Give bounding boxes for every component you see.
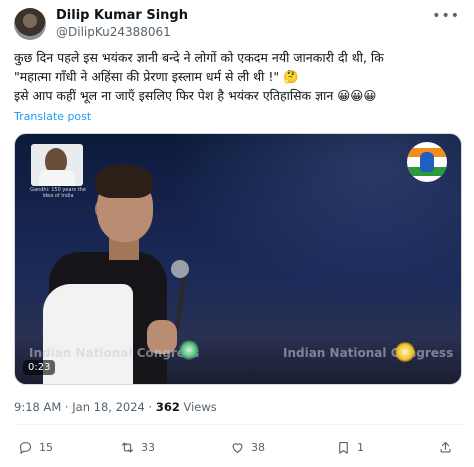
reply-button[interactable]: 15 (18, 436, 53, 458)
tweet-line-1: कुछ दिन पहले इस भयंकर ज्ञानी बन्दे ने लो… (14, 50, 384, 65)
tweet-line-3: इसे आप कहीं भूल ना जाएँ इसलिए फिर पेश है… (14, 88, 377, 103)
share-button[interactable] (438, 436, 459, 458)
reply-icon (19, 441, 32, 454)
repost-count: 33 (141, 440, 155, 454)
post-date[interactable]: Jan 18, 2024 (72, 400, 145, 414)
tweet-line-2: "महात्मा गाँधी ने अहिंसा की प्रेरणा इस्ल… (14, 69, 299, 84)
stage-light-green (179, 340, 199, 360)
like-icon (232, 442, 243, 453)
share-icon (440, 441, 451, 452)
watermark-left: Indian National Congress (29, 346, 200, 360)
tweet-text: कुछ दिन पहले इस भयंकर ज्ञानी बन्दे ने लो… (14, 48, 462, 105)
user-name[interactable]: Dilip Kumar Singh (56, 8, 188, 24)
watermark-right: Indian National Congress (283, 346, 454, 360)
video-duration: 0:23 (23, 360, 56, 375)
divider (14, 424, 462, 425)
user-handle[interactable]: @DilipKu24388061 (56, 25, 171, 40)
like-button[interactable]: 38 (230, 436, 265, 458)
party-logo (407, 142, 447, 182)
like-count: 38 (251, 440, 265, 454)
repost-button[interactable]: 33 (120, 436, 155, 458)
stage-light-yellow (395, 342, 415, 362)
bookmark-count: 1 (357, 440, 364, 454)
repost-icon (121, 442, 134, 452)
action-bar: 15 33 38 1 (14, 436, 462, 458)
bookmark-button[interactable]: 1 (336, 436, 364, 458)
views-label: Views (179, 400, 217, 414)
video-player[interactable]: Gandhi: 150 years the Idea of India Indi… (14, 133, 462, 385)
reply-count: 15 (39, 440, 53, 454)
bookmark-icon (339, 441, 348, 454)
views-count: 362 (155, 400, 180, 414)
avatar[interactable] (14, 8, 46, 40)
post-time[interactable]: 9:18 AM (14, 400, 61, 414)
translate-post-link[interactable]: Translate post (14, 110, 91, 123)
tweet-meta: 9:18 AM · Jan 18, 2024 · 362 Views (14, 400, 217, 414)
tweet-header: Dilip Kumar Singh @DilipKu24388061 ••• (12, 8, 462, 42)
more-icon[interactable]: ••• (432, 8, 460, 24)
